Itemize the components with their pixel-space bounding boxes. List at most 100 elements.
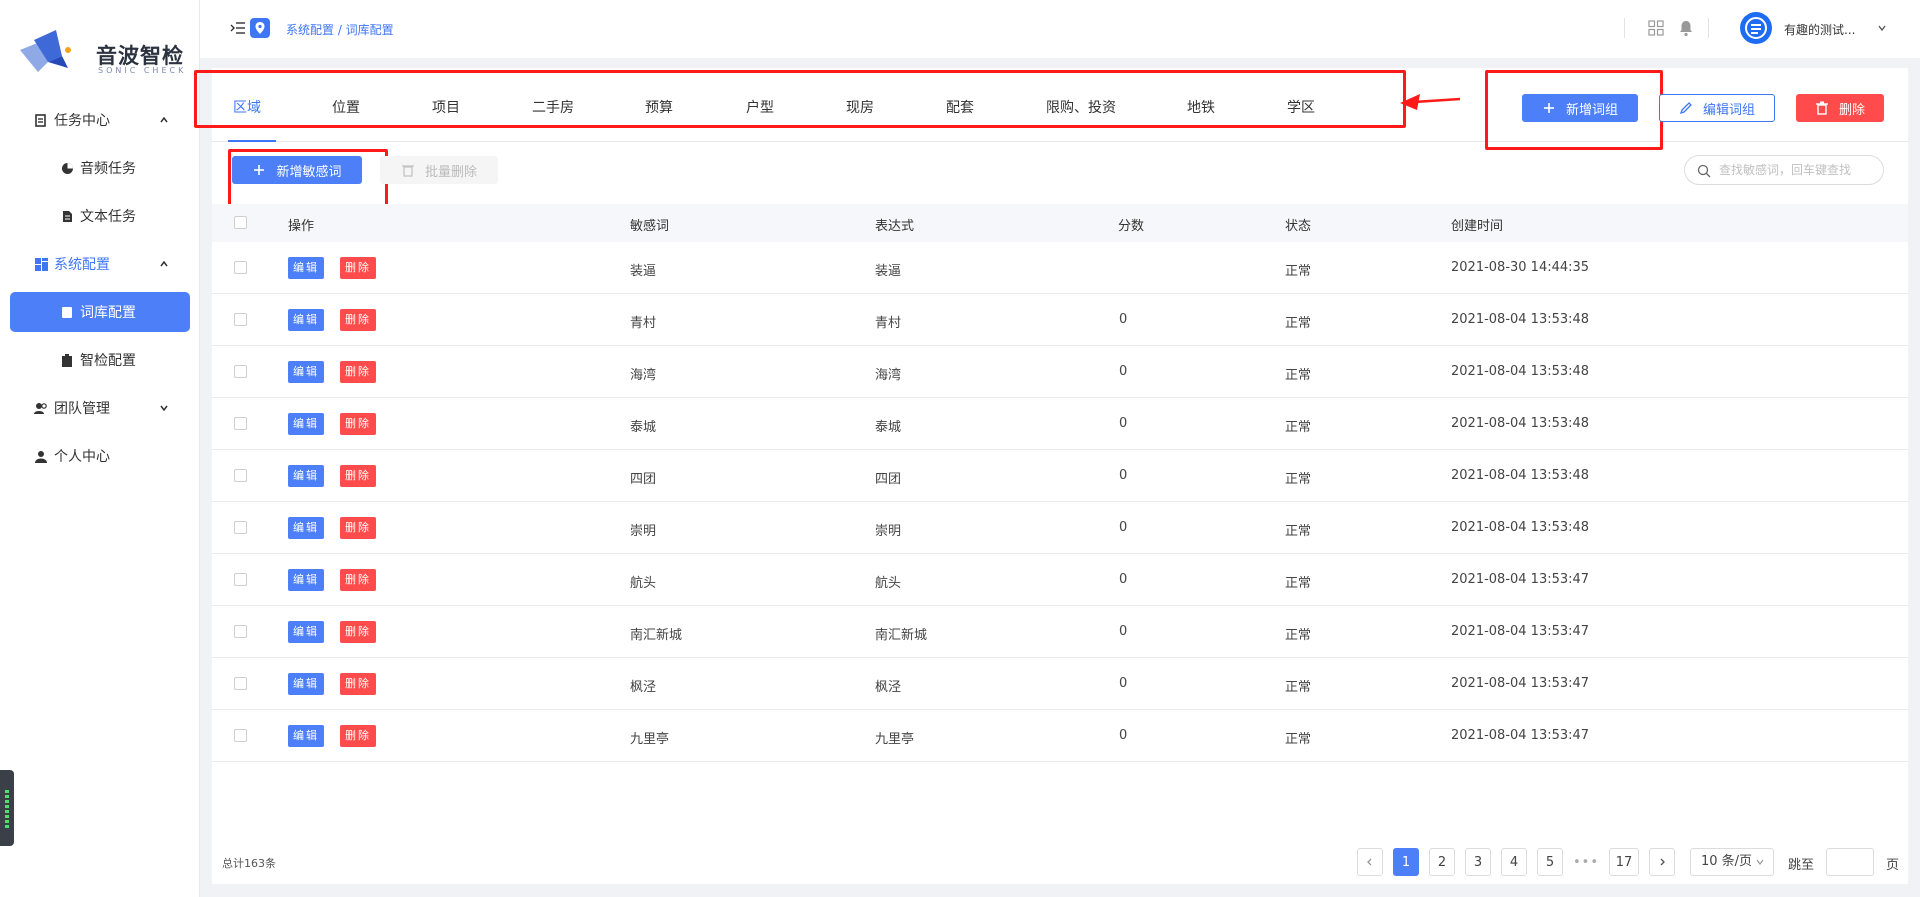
cell-score: 0 — [1119, 468, 1128, 483]
floating-widget-handle[interactable] — [0, 770, 14, 846]
edit-word-group-button[interactable]: 编辑词组 — [1659, 94, 1775, 122]
search-input[interactable] — [1719, 161, 1877, 179]
audio-task-icon — [60, 161, 74, 175]
page-button[interactable]: 5 — [1537, 848, 1563, 876]
column-header-sensitive-word: 敏感词 — [630, 219, 670, 234]
cell-score: 0 — [1119, 728, 1128, 743]
cell-expression: 装逼 — [875, 264, 902, 279]
delete-button[interactable]: 删除 — [340, 257, 376, 279]
delete-word-group-button[interactable]: 删除 — [1796, 94, 1884, 122]
cell-sensitive-word: 南汇新城 — [630, 628, 683, 643]
table-row: 编辑 删除 青村 青村 0 正常 2021-08-04 13:53:48 — [212, 294, 1908, 346]
row-checkbox[interactable] — [234, 625, 247, 638]
prev-page-button[interactable] — [1357, 848, 1383, 876]
row-checkbox[interactable] — [234, 313, 247, 326]
sidebar-item-label: 任务中心 — [54, 113, 110, 129]
delete-button[interactable]: 删除 — [340, 517, 376, 539]
system-config-icon — [34, 257, 48, 271]
clipboard-icon — [60, 353, 74, 367]
chevron-right-icon — [1660, 858, 1665, 866]
delete-button[interactable]: 删除 — [340, 725, 376, 747]
cell-expression: 南汇新城 — [875, 628, 928, 643]
row-checkbox[interactable] — [234, 573, 247, 586]
delete-button[interactable]: 删除 — [340, 465, 376, 487]
sidebar-item-text-task[interactable]: 文本任务 — [0, 192, 200, 240]
edit-button[interactable]: 编辑 — [288, 673, 324, 695]
menu-collapse-icon[interactable] — [230, 20, 246, 36]
batch-delete-button[interactable]: 批量删除 — [380, 156, 498, 184]
delete-button[interactable]: 删除 — [340, 361, 376, 383]
jump-page-input[interactable] — [1826, 848, 1874, 876]
cell-status: 正常 — [1285, 472, 1312, 487]
edit-button[interactable]: 编辑 — [288, 517, 324, 539]
sidebar-item-system-config[interactable]: 系统配置 — [0, 240, 200, 288]
edit-button[interactable]: 编辑 — [288, 725, 324, 747]
delete-button[interactable]: 删除 — [340, 569, 376, 591]
page-button[interactable]: 1 — [1393, 848, 1419, 876]
edit-button[interactable]: 编辑 — [288, 257, 324, 279]
cell-expression: 海湾 — [875, 368, 902, 383]
sidebar-item-lexicon-config[interactable]: 词库配置 — [10, 292, 190, 332]
edit-button[interactable]: 编辑 — [288, 621, 324, 643]
cell-status: 正常 — [1285, 264, 1312, 279]
bell-icon[interactable] — [1678, 19, 1694, 37]
chevron-down-icon — [160, 405, 168, 412]
chevron-down-icon[interactable] — [1876, 22, 1888, 34]
sidebar-item-smart-check-config[interactable]: 智检配置 — [0, 336, 200, 384]
header-divider — [1624, 18, 1625, 38]
page-button[interactable]: 2 — [1429, 848, 1455, 876]
cell-sensitive-word: 四团 — [630, 472, 657, 487]
edit-button[interactable]: 编辑 — [288, 465, 324, 487]
breadcrumb[interactable]: 系统配置 / 词库配置 — [286, 21, 394, 38]
search-icon — [1697, 164, 1711, 178]
edit-button[interactable]: 编辑 — [288, 413, 324, 435]
location-pin-icon[interactable] — [250, 18, 270, 38]
avatar[interactable] — [1740, 12, 1772, 44]
cell-sensitive-word: 海湾 — [630, 368, 657, 383]
sidebar-item-task-center[interactable]: 任务中心 — [0, 96, 200, 144]
row-checkbox[interactable] — [234, 521, 247, 534]
edit-button[interactable]: 编辑 — [288, 361, 324, 383]
table-row: 编辑 删除 装逼 装逼 正常 2021-08-30 14:44:35 — [212, 242, 1908, 294]
cell-expression: 泰城 — [875, 420, 902, 435]
delete-button[interactable]: 删除 — [340, 621, 376, 643]
sidebar-item-personal-center[interactable]: 个人中心 — [0, 432, 200, 480]
sidebar-item-label: 音频任务 — [80, 161, 136, 177]
row-checkbox[interactable] — [234, 417, 247, 430]
column-header-actions: 操作 — [288, 219, 315, 234]
column-header-created-time: 创建时间 — [1451, 219, 1504, 234]
cell-score: 0 — [1119, 416, 1128, 431]
sidebar-item-team[interactable]: 团队管理 — [0, 384, 200, 432]
sidebar-item-audio-task[interactable]: 音频任务 — [0, 144, 200, 192]
row-checkbox[interactable] — [234, 677, 247, 690]
table-row: 编辑 删除 海湾 海湾 0 正常 2021-08-04 13:53:48 — [212, 346, 1908, 398]
cell-score: 0 — [1119, 364, 1128, 379]
page-ellipsis[interactable]: ••• — [1573, 848, 1599, 876]
next-page-button[interactable] — [1649, 848, 1675, 876]
edit-button[interactable]: 编辑 — [288, 309, 324, 331]
row-checkbox[interactable] — [234, 469, 247, 482]
page-size-select[interactable]: 10 条/页 — [1690, 848, 1774, 876]
cell-sensitive-word: 装逼 — [630, 264, 657, 279]
add-sensitive-word-button[interactable]: 新增敏感词 — [232, 156, 362, 184]
cell-created-time: 2021-08-04 13:53:48 — [1451, 520, 1590, 535]
page-button[interactable]: 17 — [1609, 848, 1639, 876]
row-checkbox[interactable] — [234, 729, 247, 742]
delete-button[interactable]: 删除 — [340, 413, 376, 435]
cell-sensitive-word: 九里亭 — [630, 732, 670, 747]
team-icon — [34, 401, 48, 415]
add-word-group-button[interactable]: 新增词组 — [1522, 94, 1638, 122]
page-button[interactable]: 3 — [1465, 848, 1491, 876]
delete-button[interactable]: 删除 — [340, 309, 376, 331]
row-checkbox[interactable] — [234, 365, 247, 378]
delete-button[interactable]: 删除 — [340, 673, 376, 695]
edit-button[interactable]: 编辑 — [288, 569, 324, 591]
user-name[interactable]: 有趣的测试... — [1784, 21, 1855, 38]
grid-icon[interactable] — [1648, 20, 1664, 36]
row-checkbox[interactable] — [234, 261, 247, 274]
table-row: 编辑 删除 四团 四团 0 正常 2021-08-04 13:53:48 — [212, 450, 1908, 502]
page-button[interactable]: 4 — [1501, 848, 1527, 876]
search-box — [1684, 155, 1884, 185]
select-all-checkbox[interactable] — [234, 216, 247, 229]
cell-expression: 青村 — [875, 316, 902, 331]
